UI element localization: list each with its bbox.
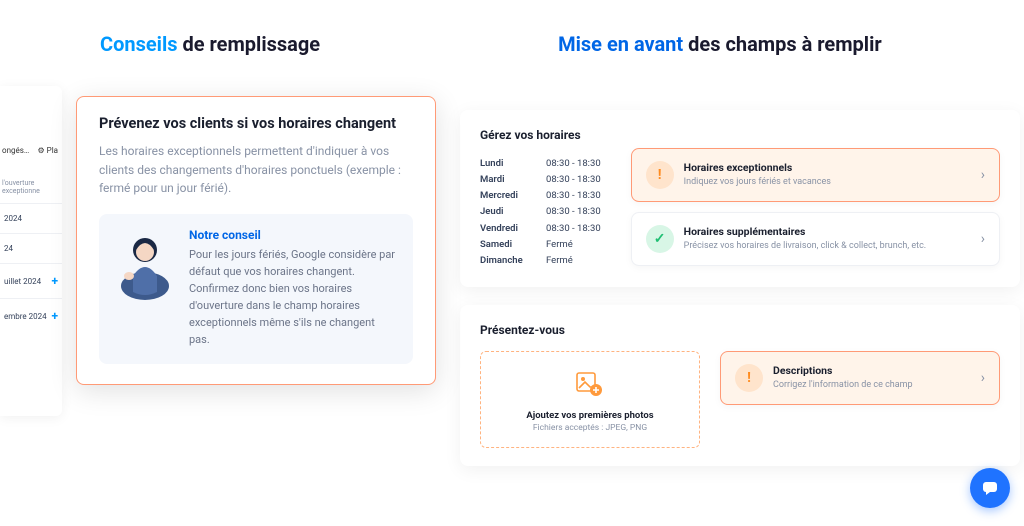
chat-icon — [980, 478, 1000, 498]
list-item[interactable]: embre 2024+ — [0, 298, 62, 333]
list-item[interactable]: uillet 2024+ — [0, 263, 62, 298]
check-icon: ✓ — [646, 225, 674, 253]
background-sidebar: ongés… ⚙ Pla l'ouverture exceptionne 202… — [0, 86, 62, 416]
photo-upload-zone[interactable]: Ajoutez vos premières photos Fichiers ac… — [480, 351, 700, 448]
hours-panel: Gérez vos horaires Lundi08:30 - 18:30 Ma… — [460, 110, 1020, 287]
present-panel: Présentez-vous Ajoutez vos premières pho… — [460, 305, 1020, 466]
plus-icon[interactable]: + — [51, 274, 58, 288]
list-item[interactable]: 24 — [0, 233, 62, 263]
image-add-icon — [576, 372, 604, 402]
advice-callout: Prévenez vos clients si vos horaires cha… — [76, 96, 436, 385]
hours-table: Lundi08:30 - 18:30 Mardi08:30 - 18:30 Me… — [480, 156, 601, 269]
chevron-right-icon: › — [981, 167, 985, 183]
additional-hours-card[interactable]: ✓ Horaires supplémentaires Précisez vos … — [631, 212, 1000, 266]
chevron-right-icon: › — [981, 231, 985, 247]
warning-icon: ! — [646, 161, 674, 189]
list-item[interactable]: 2024 — [0, 203, 62, 233]
plus-icon[interactable]: + — [51, 309, 58, 323]
callout-title: Prévenez vos clients si vos horaires cha… — [99, 115, 413, 132]
exceptional-hours-card[interactable]: ! Horaires exceptionnels Indiquez vos jo… — [631, 148, 1000, 202]
tip-text: Pour les jours fériés, Google considère … — [189, 246, 397, 348]
chat-button[interactable] — [970, 468, 1010, 508]
tip-box: Notre conseil Pour les jours fériés, Goo… — [99, 214, 413, 364]
hours-panel-title: Gérez vos horaires — [480, 128, 1000, 142]
callout-description: Les horaires exceptionnels permettent d'… — [99, 142, 413, 198]
section-title-right: Mise en avant des champs à remplir — [558, 32, 882, 56]
descriptions-card[interactable]: ! Descriptions Corrigez l'information de… — [720, 351, 1000, 405]
section-title-left: Conseils de remplissage — [100, 32, 320, 56]
present-panel-title: Présentez-vous — [480, 323, 1000, 337]
person-illustration-icon — [115, 228, 175, 300]
tip-title: Notre conseil — [189, 228, 397, 242]
warning-icon: ! — [735, 364, 763, 392]
chevron-right-icon: › — [981, 370, 985, 386]
